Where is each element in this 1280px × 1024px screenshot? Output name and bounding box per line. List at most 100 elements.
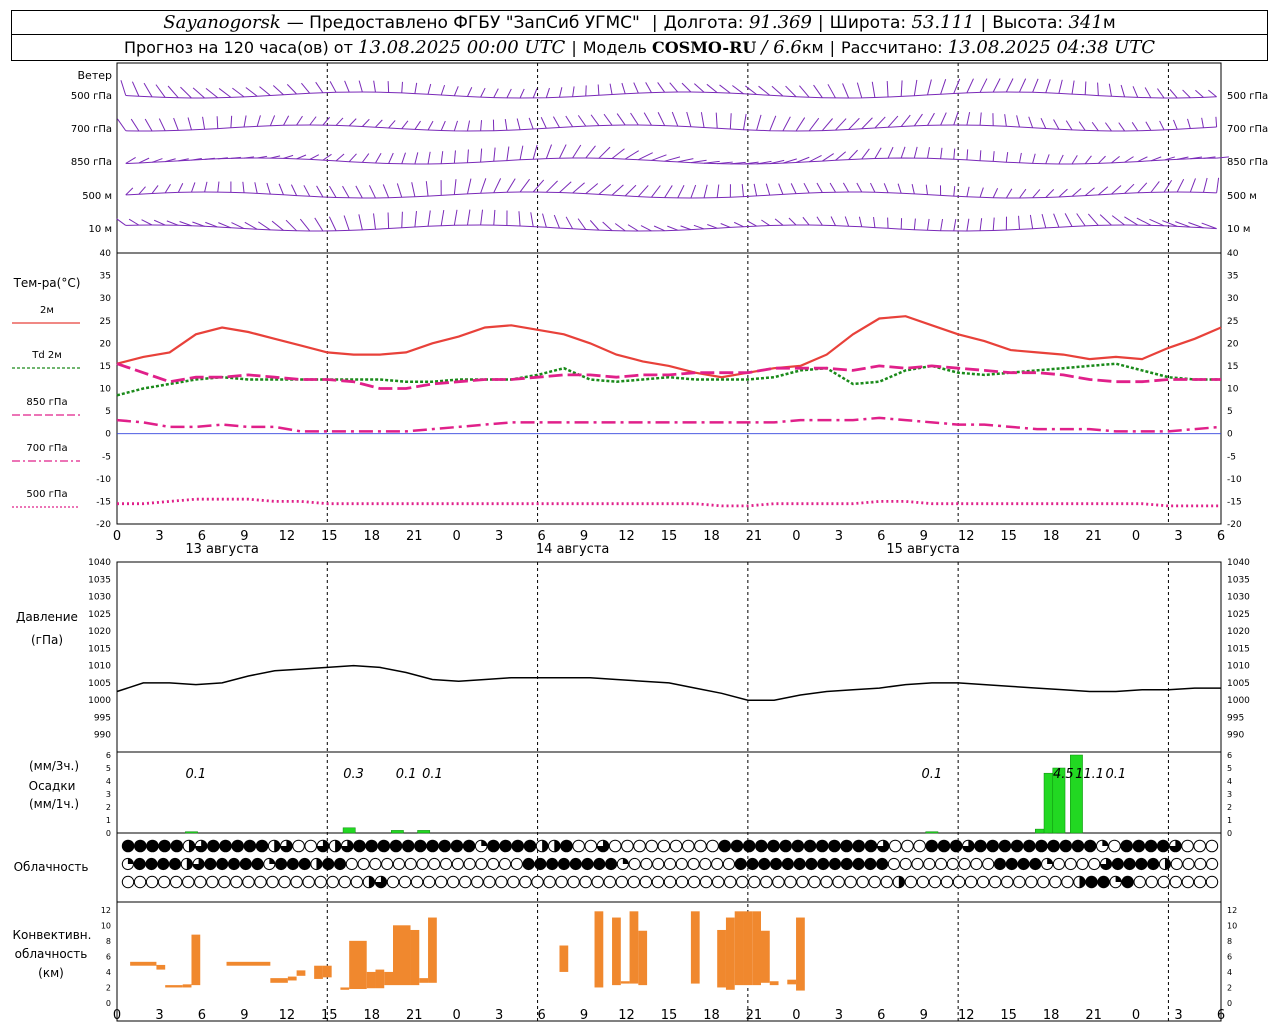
wind-barb	[343, 215, 350, 231]
wind-barb	[272, 85, 284, 96]
wind-barb	[1098, 186, 1109, 196]
cloud-circle	[964, 875, 978, 889]
cloud-circle	[1205, 839, 1219, 853]
wind-barb	[167, 85, 179, 99]
cloud-cover-symbol	[1109, 875, 1122, 889]
wind-barb	[453, 209, 458, 226]
wind-barb	[141, 219, 153, 226]
wind-barb	[640, 225, 652, 232]
cloud-cover-symbol	[422, 875, 436, 889]
cloud-fill-wedge	[269, 858, 275, 864]
temp-tick-left: 30	[100, 294, 112, 304]
cloud-cover-symbol	[278, 875, 291, 889]
wind-level-label-left: 700 гПа	[71, 124, 112, 135]
cloud-cover-symbol	[591, 875, 604, 889]
pressure-tick-right: 1020	[1227, 627, 1250, 637]
cloud-cover-symbol	[1120, 839, 1133, 853]
wind-barb	[1058, 188, 1068, 198]
cloud-circle	[998, 839, 1012, 853]
wind-barb	[616, 113, 626, 126]
cloud-cover-symbol	[832, 875, 845, 889]
cloud-cover-symbol	[1169, 875, 1183, 889]
cloud-fill-wedge	[622, 858, 629, 864]
cloud-circle	[498, 857, 512, 871]
cloud-cover-symbol	[1144, 839, 1158, 853]
cloud-circle	[1052, 857, 1065, 871]
wind-level-label-right: 500 м	[1227, 191, 1257, 202]
wind-barb	[694, 83, 705, 93]
wind-barb	[1137, 182, 1148, 194]
cloud-cover-symbol	[675, 875, 689, 889]
conv-cloud-bar	[191, 934, 201, 986]
wind-barb	[519, 145, 524, 160]
cloud-cover-symbol	[450, 839, 464, 853]
wind-barb	[401, 81, 403, 93]
cloud-cover-symbol	[746, 857, 759, 871]
wind-barb	[1045, 79, 1051, 93]
cloud-circle	[475, 857, 488, 871]
cloud-cover-symbol	[1147, 857, 1160, 871]
conv-cloud-bar	[419, 978, 429, 983]
conv-cloud-bar	[270, 978, 288, 983]
wind-barb	[296, 154, 307, 160]
hour-label-bottom: 0	[453, 1008, 461, 1023]
wind-barb	[1065, 120, 1073, 131]
cloud-circle	[487, 857, 500, 871]
wind-barb	[518, 211, 521, 227]
cloud-circle	[194, 875, 207, 889]
wind-barb	[335, 153, 345, 162]
wind-barb	[230, 115, 233, 128]
precip-tick-right: 3	[1227, 790, 1232, 799]
wind-barb	[926, 79, 932, 96]
cloud-circle	[1206, 857, 1219, 871]
cloud-circle	[758, 857, 771, 871]
wind-barb	[830, 216, 836, 226]
hour-label-top: 12	[958, 529, 975, 544]
cloud-circle	[675, 875, 689, 889]
cloud-cover-symbol	[1022, 839, 1036, 853]
cloud-circle	[145, 857, 158, 871]
wind-barb	[532, 88, 538, 99]
cloud-cover-symbol	[958, 857, 971, 871]
wind-barb	[874, 147, 882, 159]
wind-barb	[1144, 87, 1152, 99]
cloud-circle	[925, 839, 939, 853]
cloud-cover-symbol	[581, 857, 594, 871]
wind-barb	[624, 150, 639, 160]
cloud-fill-wedge	[127, 858, 134, 864]
hour-label-top: 15	[661, 529, 678, 544]
hour-label-bottom: 18	[703, 1008, 720, 1023]
conv-cloud-bar	[725, 917, 735, 990]
temp-legend-label: 500 гПа	[26, 489, 67, 500]
cloud-cover-symbol	[911, 857, 924, 871]
wind-barb	[1041, 214, 1047, 229]
cloud-circle	[426, 839, 439, 853]
cloud-circle	[369, 857, 382, 871]
wind-barb	[1019, 188, 1027, 199]
cloud-cover-symbol	[243, 839, 257, 853]
wind-barb	[913, 113, 923, 127]
wind-barb	[953, 148, 956, 160]
wind-level-label-left: 500 м	[82, 191, 112, 202]
wind-barb	[609, 83, 613, 95]
cloud-fill-wedge	[1047, 858, 1053, 864]
wind-barb	[630, 112, 639, 126]
wind-barb	[761, 219, 771, 226]
cloud-cover-symbol	[718, 839, 732, 853]
conv-cloud-bar	[165, 985, 183, 988]
wind-barb	[589, 220, 600, 231]
cloud-cover-symbol	[207, 839, 220, 853]
hour-label-top: 12	[618, 529, 635, 544]
wind-barb	[827, 84, 836, 99]
cloud-cover-symbol	[548, 839, 561, 853]
wind-barb	[296, 115, 303, 126]
cloud-circle	[1035, 839, 1048, 853]
wind-barb	[545, 87, 550, 98]
cloud-cover-symbol	[1205, 839, 1219, 853]
wind-barb	[322, 116, 331, 126]
wind-barb	[245, 87, 258, 97]
conv-cloud-bar	[366, 971, 376, 989]
wind-barb	[966, 186, 970, 197]
cloud-cover-symbol	[471, 875, 484, 889]
wind-barb	[453, 150, 456, 164]
